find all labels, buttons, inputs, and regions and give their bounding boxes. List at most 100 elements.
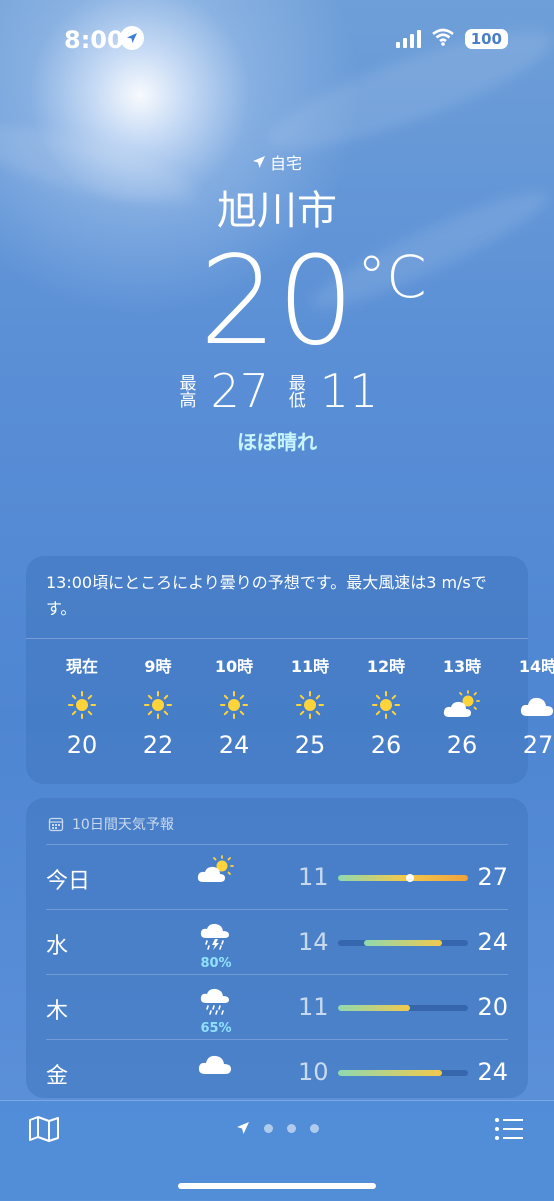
hourly-forecast-card[interactable]: 13:00頃にところにより曇りの予想です。最大風速は3 m/sです。 現在 20 9… [26,556,554,784]
condition-text: ほぼ晴れ [237,430,317,454]
calendar-icon [48,817,64,832]
day-low: 11 [298,863,329,891]
hour-label: 11時 [290,657,330,676]
sun-icon [44,683,120,727]
ten-day-forecast-card[interactable]: 10日間天気予報 今日 11 27 水 80% 14 24 木 65% 11 20 金 10 24 [26,798,528,1098]
temperature-range-bar [338,1005,468,1011]
hour-label: 現在 [65,657,98,676]
temperature-range-bar [338,874,468,882]
sun-icon [272,683,348,727]
day-weather [188,855,244,889]
location-icon [120,26,144,50]
day-weather: 80% [188,920,244,971]
temperature-range-fill [364,940,442,946]
day-low: 10 [298,1058,329,1086]
low-temperature: 11 [319,364,379,418]
home-label: 自宅 [269,154,302,173]
day-high: 24 [477,1058,508,1086]
hourly-item: 11時 25 [272,653,348,759]
ten-day-title-text: 10日間天気予報 [72,817,174,833]
partly-cloudy-icon [424,683,500,727]
day-weather: 65% [188,985,244,1036]
current-weather: 自宅 旭川市 20 °C 最高 27 最低 11 ほぼ晴れ [0,150,554,455]
hour-temperature: 20 [66,731,98,759]
hour-temperature: 24 [218,731,250,759]
day-row[interactable]: 木 65% 11 20 [46,974,508,1039]
sun-icon [196,683,272,727]
cloud-icon [500,683,554,727]
temperature-range-fill [338,875,468,881]
wifi-icon [431,28,455,50]
high-low: 最高 27 最低 11 [0,364,554,418]
home-location: 自宅 [0,150,554,174]
status-icons: 100 [395,28,508,50]
current-location-page-icon [237,1122,249,1134]
hourly-item: 14時 27 [500,653,554,759]
precipitation-chance: 65% [200,1021,232,1036]
day-low: 11 [298,993,329,1021]
temperature-unit: °C [357,243,427,311]
temperature-range-bar [338,1070,468,1076]
partly-cloudy-icon [188,855,244,889]
hourly-item: 10時 24 [196,653,272,759]
status-time: 8:00 [64,26,124,54]
hour-label: 10時 [214,657,254,676]
page-dot [264,1123,273,1133]
day-row[interactable]: 水 80% 14 24 [46,909,508,974]
high-label: 最高 [175,374,196,408]
day-name: 今日 [46,869,91,894]
day-low: 14 [298,928,329,956]
day-weather [188,1050,244,1080]
status-bar: 8:00 100 [0,20,554,56]
cloud-icon [188,1050,244,1080]
day-name: 金 [46,1064,69,1089]
day-high: 24 [477,928,508,956]
hourly-item: 現在 20 [44,653,120,759]
page-indicator[interactable] [236,1121,319,1135]
hour-temperature: 25 [294,731,326,759]
hourly-item: 9時 22 [120,653,196,759]
page-dot [310,1123,319,1133]
hourly-item: 12時 26 [348,653,424,759]
city-name: 旭川市 [217,188,337,234]
map-icon[interactable] [28,1115,60,1147]
home-indicator[interactable] [178,1183,376,1189]
hour-label: 12時 [366,657,406,676]
battery-indicator: 100 [464,29,508,49]
sun-icon [120,683,196,727]
hour-temperature: 22 [142,731,174,759]
day-row[interactable]: 今日 11 27 [46,844,508,909]
current-temperature: 20 °C [199,240,426,362]
temperature-range-fill [338,1070,442,1076]
day-name: 木 [46,999,69,1024]
day-high: 27 [477,863,508,891]
day-high: 20 [477,993,508,1021]
hour-label: 14時 [518,657,554,676]
thunderstorm-icon [188,920,244,956]
page-dot [287,1123,296,1133]
rain-icon [188,985,244,1021]
temperature-range-bar [338,940,468,946]
location-arrow-icon [252,156,265,168]
forecast-summary: 13:00頃にところにより曇りの予想です。最大風速は3 m/sです。 [26,556,528,639]
day-list: 今日 11 27 水 80% 14 24 木 65% 11 20 金 10 24 [26,844,528,1098]
sun-icon [348,683,424,727]
current-temperature-marker [405,874,414,882]
hourly-list[interactable]: 現在 20 9時 22 10時 24 11時 25 12時 26 13時 26 14時 27 [26,653,554,759]
bottom-toolbar [0,1100,554,1201]
hour-temperature: 26 [446,731,478,759]
ten-day-title: 10日間天気予報 [26,798,528,844]
hour-temperature: 27 [522,731,554,759]
day-row[interactable]: 金 10 24 [46,1039,508,1098]
precipitation-chance: 80% [200,956,232,971]
hourly-item: 13時 26 [424,653,500,759]
hour-label: 9時 [144,657,172,676]
hour-label: 13時 [442,657,482,676]
signal-icon [395,30,421,48]
hour-temperature: 26 [370,731,402,759]
temperature-range-fill [338,1005,410,1011]
list-icon[interactable] [494,1117,524,1145]
high-temperature: 27 [210,364,269,418]
low-label: 最低 [284,374,305,408]
day-name: 水 [46,934,69,959]
